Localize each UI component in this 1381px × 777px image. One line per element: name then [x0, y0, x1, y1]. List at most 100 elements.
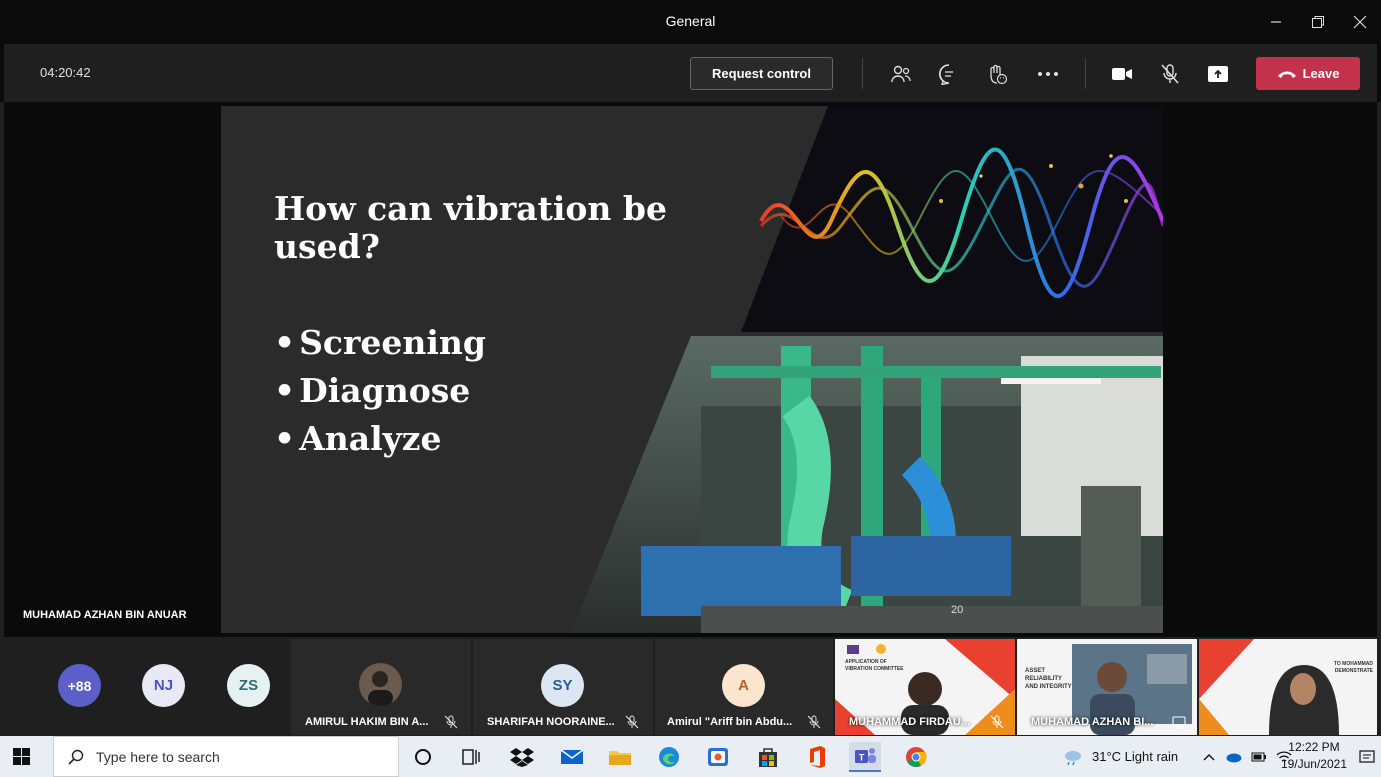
more-icon — [1038, 72, 1058, 76]
chrome-app[interactable] — [900, 742, 932, 772]
presenter-name: MUHAMAD AZHAN BIN ANUAR — [23, 609, 187, 621]
screen-share-indicator-icon — [1172, 716, 1186, 729]
teams-app[interactable]: T — [849, 742, 881, 772]
office-icon — [810, 746, 825, 768]
overflow-participants-button[interactable]: +88 — [58, 664, 101, 707]
minimize-icon — [1271, 21, 1281, 23]
mail-icon — [560, 749, 584, 764]
participant-photo — [359, 663, 402, 706]
taskbar-clock[interactable]: 12:22 PM 19/Jun/2021 — [1281, 739, 1347, 773]
participants-button[interactable] — [889, 62, 913, 86]
task-view-button[interactable] — [455, 742, 487, 772]
search-icon — [68, 749, 84, 765]
participant-video-tile[interactable]: ASSET RELIABILITY AND INTEGRITY MUHAMAD … — [1017, 639, 1197, 735]
bullet-item: Diagnose — [274, 367, 486, 415]
people-icon — [891, 65, 911, 83]
store-bag-icon — [759, 748, 777, 767]
chrome-icon — [906, 747, 927, 768]
participant-name: MUHAMMAD FIRDAU... — [849, 716, 970, 728]
teams-icon: T — [855, 748, 876, 763]
request-control-button[interactable]: Request control — [690, 57, 833, 90]
search-placeholder: Type here to search — [96, 748, 220, 765]
video-background — [1199, 639, 1377, 735]
media-player-app[interactable] — [702, 742, 734, 772]
video-caption: ASSET RELIABILITY AND INTEGRITY — [1025, 668, 1072, 690]
person-photo-icon — [368, 671, 393, 706]
hand-emoji-icon — [990, 64, 1008, 85]
title-bar: General — [0, 0, 1381, 44]
toolbar-divider — [862, 58, 863, 89]
svg-text:T: T — [859, 753, 865, 763]
share-screen-icon — [1208, 66, 1228, 82]
slide-bullet-list: Screening Diagnose Analyze — [274, 319, 486, 463]
mic-off-icon — [444, 715, 458, 729]
participant-tile[interactable]: SY SHARIFAH NOORAINE... — [473, 639, 653, 735]
window-title: General — [665, 13, 716, 29]
mic-button[interactable] — [1158, 62, 1182, 86]
video-caption: APPLICATION OF VIBRATION COMMITTEE — [845, 659, 904, 672]
more-options-button[interactable] — [1036, 62, 1060, 86]
shared-screen-stage: How can vibration be used? Screening Dia… — [4, 102, 1377, 637]
participant-avatar[interactable]: ZS — [227, 664, 270, 707]
minimize-button[interactable] — [1255, 0, 1297, 44]
weather-widget[interactable]: 31°C Light rain — [1062, 736, 1178, 777]
video-camera-icon — [1112, 68, 1132, 80]
chat-button[interactable] — [937, 62, 961, 86]
mic-off-icon — [807, 715, 821, 729]
participant-name: AMIRUL HAKIM BIN A... — [305, 716, 429, 728]
mic-off-icon — [1161, 64, 1179, 84]
dropbox-app[interactable] — [506, 742, 538, 772]
leave-label: Leave — [1302, 66, 1340, 81]
leave-button[interactable]: Leave — [1256, 57, 1360, 90]
participant-avatar: A — [722, 664, 765, 707]
taskbar-search-box[interactable]: Type here to search — [53, 736, 399, 777]
share-screen-button[interactable] — [1206, 62, 1230, 86]
window-controls — [1255, 0, 1381, 44]
chevron-up-icon[interactable] — [1203, 753, 1215, 761]
meeting-timer: 04:20:42 — [40, 65, 91, 80]
participant-avatar: SY — [541, 664, 584, 707]
rain-cloud-icon — [1065, 750, 1081, 765]
participant-tile[interactable]: A Amirul "Ariff bin Abdu... — [655, 639, 833, 735]
participant-tile[interactable]: AMIRUL HAKIM BIN A... — [291, 639, 471, 735]
participant-video-tile[interactable]: TO MOHAMMAD DEMONSTRATE — [1199, 639, 1377, 735]
mic-off-icon — [625, 715, 639, 729]
task-view-icon — [462, 749, 480, 765]
participant-name: Amirul "Ariff bin Abdu... — [667, 716, 793, 728]
office-app[interactable] — [801, 742, 833, 772]
participant-strip: +88 NJ ZS AMIRUL HAKIM BIN A... SY SHARI… — [4, 639, 1377, 735]
folder-icon — [609, 751, 631, 765]
cortana-circle-icon — [415, 749, 431, 765]
mail-app[interactable] — [556, 742, 588, 772]
maximize-button[interactable] — [1297, 0, 1339, 44]
clock-date: 19/Jun/2021 — [1280, 757, 1347, 771]
meeting-toolbar: 04:20:42 Request control Leave — [0, 44, 1381, 102]
windows-taskbar: Type here to search T 31°C Light rain 12… — [0, 736, 1381, 777]
mic-off-icon — [990, 715, 1004, 729]
windows-start-icon[interactable] — [13, 748, 30, 765]
reactions-button[interactable] — [985, 62, 1009, 86]
onedrive-cloud-icon[interactable] — [1224, 751, 1242, 763]
media-player-icon — [708, 748, 728, 766]
participant-name: SHARIFAH NOORAINE... — [487, 716, 615, 728]
video-caption: TO MOHAMMAD DEMONSTRATE — [1333, 661, 1373, 674]
cortana-button[interactable] — [407, 742, 439, 772]
system-tray — [1203, 736, 1292, 777]
microsoft-store-app[interactable] — [752, 742, 784, 772]
camera-button[interactable] — [1110, 62, 1134, 86]
file-explorer-app[interactable] — [604, 742, 636, 772]
close-icon — [1353, 15, 1367, 29]
chat-icon — [939, 64, 953, 85]
slide-title: How can vibration be used? — [274, 189, 667, 266]
participant-video-tile[interactable]: APPLICATION OF VIBRATION COMMITTEE MUHAM… — [835, 639, 1015, 735]
battery-icon[interactable] — [1251, 752, 1267, 762]
close-button[interactable] — [1339, 0, 1381, 44]
edge-browser-app[interactable] — [653, 742, 685, 772]
bullet-item: Screening — [274, 319, 486, 367]
notification-icon[interactable] — [1359, 749, 1375, 765]
edge-icon — [659, 747, 679, 767]
toolbar-divider — [1085, 58, 1086, 89]
dropbox-icon — [510, 748, 534, 767]
participant-avatar[interactable]: NJ — [142, 664, 185, 707]
slide-page-number: 20 — [951, 604, 964, 616]
